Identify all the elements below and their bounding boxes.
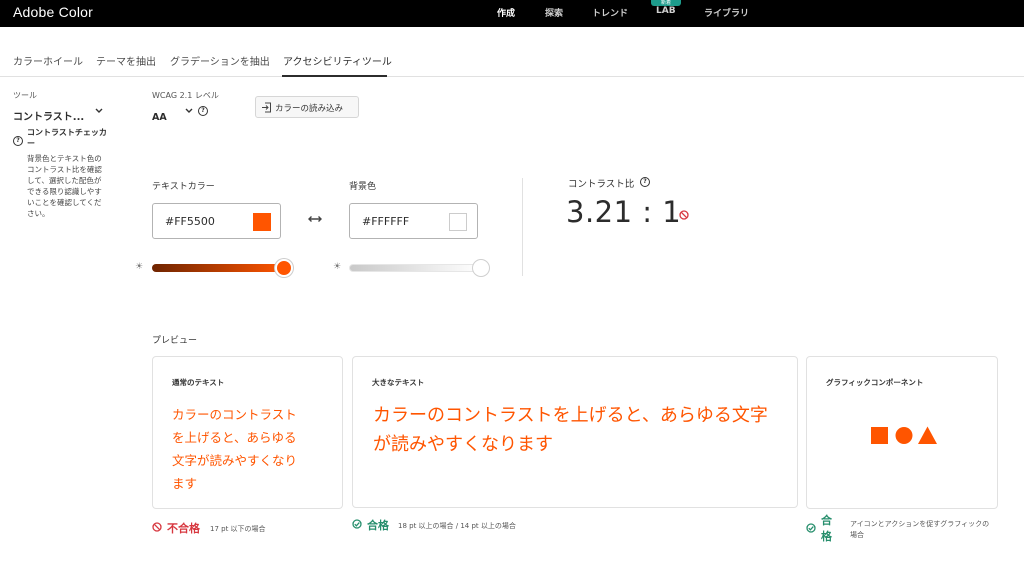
- nav-explore[interactable]: 探索: [545, 6, 563, 19]
- text-color-label: テキストカラー: [152, 182, 215, 192]
- tools-label: ツール: [13, 91, 37, 100]
- contrast-checker-help: ?: [13, 127, 23, 146]
- fail-icon: [679, 210, 689, 220]
- square-icon: [871, 427, 888, 444]
- bg-color-hex[interactable]: #FFFFFF: [362, 215, 409, 228]
- normal-text-result-label: 不合格: [167, 522, 200, 535]
- active-tab-indicator: [282, 75, 387, 77]
- preview-label: プレビュー: [152, 336, 198, 346]
- tab-color-wheel[interactable]: カラーホイール: [13, 53, 83, 68]
- graphic-shapes: [871, 426, 937, 444]
- vertical-divider: [522, 178, 523, 276]
- normal-text-card: 通常のテキスト カラーのコントラストを上げると、あらゆる文字が読みやすくなります: [152, 356, 343, 509]
- graphic-components-result-note: アイコンとアクションを促すグラフィックの場合: [850, 520, 990, 539]
- normal-text-sample: カラーのコントラストを上げると、あらゆる文字が読みやすくなります: [172, 407, 298, 491]
- contrast-ratio-label: コントラスト比: [568, 179, 635, 190]
- help-icon[interactable]: ?: [640, 177, 650, 187]
- large-text-card: 大きなテキスト カラーのコントラストを上げると、あらゆる文字が読みやすくなります: [352, 356, 798, 508]
- import-icon: [262, 102, 271, 113]
- large-text-result-note: 18 pt 以上の場合 / 14 pt 以上の場合: [398, 522, 516, 530]
- bg-color-field[interactable]: #FFFFFF: [349, 203, 478, 239]
- wcag-level-value: AA: [152, 112, 167, 123]
- bg-color-slider-handle[interactable]: [472, 259, 490, 277]
- chevron-down-icon: [185, 108, 193, 113]
- large-text-result-label: 合格: [367, 519, 389, 532]
- wcag-label: WCAG 2.1 レベル: [152, 91, 219, 100]
- graphic-components-result-label: 合格: [821, 514, 832, 543]
- load-colors-label: カラーの読み込み: [275, 104, 344, 114]
- tab-divider: [0, 76, 1024, 77]
- pass-icon: [352, 519, 362, 529]
- contrast-ratio-value: 3.21 : 1: [566, 195, 682, 229]
- nav-libraries[interactable]: ライブラリ: [704, 6, 749, 19]
- text-color-slider-handle[interactable]: [275, 259, 293, 277]
- contrast-checker-title: コントラストチェッカー: [27, 128, 107, 148]
- brightness-icon: ☀: [135, 262, 144, 272]
- text-color-swatch[interactable]: [253, 213, 271, 231]
- graphic-components-card-title: グラフィックコンポーネント: [826, 378, 924, 387]
- swap-colors-icon[interactable]: [308, 215, 322, 223]
- tab-accessibility-tools[interactable]: アクセシビリティツール: [283, 53, 392, 68]
- fail-icon: [152, 522, 162, 532]
- nav-trends[interactable]: トレンド: [592, 6, 628, 19]
- bg-color-swatch[interactable]: [449, 213, 467, 231]
- bg-color-label: 背景色: [349, 182, 377, 192]
- tool-dropdown[interactable]: コントラスト...: [13, 105, 105, 123]
- large-text-card-title: 大きなテキスト: [372, 378, 425, 387]
- chevron-down-icon: [95, 108, 103, 113]
- brightness-icon: ☀: [333, 262, 342, 272]
- contrast-checker-description: 背景色とテキスト色のコントラスト比を確認して、選択した配色ができる限り認識しやす…: [27, 154, 102, 218]
- pass-icon: [806, 523, 816, 533]
- help-icon[interactable]: ?: [198, 106, 208, 116]
- large-text-sample: カラーのコントラストを上げると、あらゆる文字が読みやすくなります: [373, 405, 768, 455]
- app-title[interactable]: Adobe Color: [13, 4, 93, 20]
- triangle-icon: [918, 426, 937, 444]
- bg-color-brightness-slider[interactable]: [349, 264, 481, 272]
- text-color-brightness-slider[interactable]: [152, 264, 284, 272]
- help-icon[interactable]: ?: [13, 136, 23, 146]
- top-navigation-bar: Adobe Color 作成 探索 トレンド 新着 LAB ライブラリ: [0, 0, 1024, 27]
- tab-extract-gradient[interactable]: グラデーションを抽出: [170, 53, 270, 68]
- graphic-components-card: グラフィックコンポーネント: [806, 356, 998, 509]
- normal-text-result-note: 17 pt 以下の場合: [210, 525, 266, 533]
- tool-dropdown-value: コントラスト...: [13, 112, 85, 123]
- text-color-hex[interactable]: #FF5500: [165, 215, 215, 228]
- nav-lab[interactable]: LAB: [656, 6, 676, 16]
- load-colors-button[interactable]: カラーの読み込み: [255, 96, 359, 118]
- wcag-level-dropdown[interactable]: AA: [152, 105, 196, 123]
- normal-text-card-title: 通常のテキスト: [172, 378, 225, 387]
- text-color-field[interactable]: #FF5500: [152, 203, 281, 239]
- nav-create[interactable]: 作成: [497, 6, 515, 19]
- tab-extract-theme[interactable]: テーマを抽出: [96, 53, 156, 68]
- circle-icon: [895, 427, 913, 444]
